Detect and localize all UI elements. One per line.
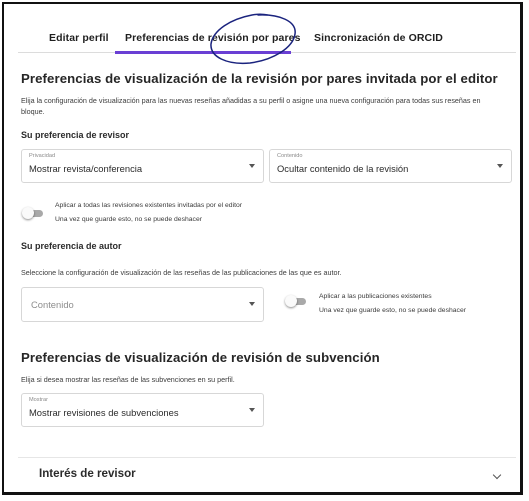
dropdown-arrow-icon xyxy=(497,164,503,168)
tab-bar: Editar perfil Preferencias de revisión p… xyxy=(18,26,516,54)
apply-existing-publications-warning: Una vez que guarde esto, no se puede des… xyxy=(319,306,466,314)
chevron-down-icon xyxy=(492,470,502,480)
grant-show-select-value: Mostrar revisiones de subvenciones xyxy=(29,407,179,418)
privacy-select-value: Mostrar revista/conferencia xyxy=(29,163,143,174)
tab-peer-review-preferences[interactable]: Preferencias de revisión por pares xyxy=(125,32,301,44)
apply-existing-reviews-toggle[interactable] xyxy=(22,207,44,219)
grant-review-preferences-title: Preferencias de visualización de revisió… xyxy=(21,350,380,365)
dropdown-arrow-icon xyxy=(249,164,255,168)
content-select-value: Ocultar contenido de la revisión xyxy=(277,163,409,174)
apply-existing-reviews-warning: Una vez que guarde esto, no se puede des… xyxy=(55,215,202,223)
apply-existing-publications-toggle[interactable] xyxy=(285,295,307,307)
reviewer-interest-accordion[interactable]: Interés de revisor xyxy=(18,457,516,492)
grant-review-description: Elija si desea mostrar las reseñas de la… xyxy=(21,375,235,384)
editor-review-description: Elija la configuración de visualización … xyxy=(21,96,481,116)
tab-orcid-sync[interactable]: Sincronización de ORCID xyxy=(314,32,443,44)
editor-review-preferences-title: Preferencias de visualización de la revi… xyxy=(21,71,498,86)
content-select[interactable]: Contenido Ocultar contenido de la revisi… xyxy=(269,149,512,183)
privacy-select-label: Privacidad xyxy=(29,153,56,159)
apply-existing-reviews-text: Aplicar a todas las revisiones existente… xyxy=(55,199,242,226)
apply-existing-publications-label: Aplicar a las publicaciones existentes xyxy=(319,293,432,300)
author-preference-heading: Su preferencia de autor xyxy=(21,241,122,251)
apply-existing-reviews-label: Aplicar a todas las revisiones existente… xyxy=(55,202,243,209)
toggle-knob xyxy=(285,295,297,307)
dropdown-arrow-icon xyxy=(249,302,255,306)
reviewer-preference-heading: Su preferencia de revisor xyxy=(21,130,130,140)
tab-edit-profile[interactable]: Editar perfil xyxy=(49,32,109,44)
author-preference-description: Seleccione la configuración de visualiza… xyxy=(21,268,342,277)
apply-existing-publications-text: Aplicar a las publicaciones existentes U… xyxy=(319,290,466,317)
preferences-panel: Editar perfil Preferencias de revisión p… xyxy=(2,2,523,495)
grant-show-select-label: Mostrar xyxy=(29,397,48,403)
active-tab-indicator xyxy=(115,51,291,54)
author-content-select[interactable]: Contenido xyxy=(21,287,264,322)
toggle-knob xyxy=(22,207,34,219)
grant-show-select[interactable]: Mostrar Mostrar revisiones de subvencion… xyxy=(21,393,264,427)
reviewer-interest-title: Interés de revisor xyxy=(39,467,136,480)
content-select-label: Contenido xyxy=(277,153,303,159)
privacy-select[interactable]: Privacidad Mostrar revista/conferencia xyxy=(21,149,264,183)
dropdown-arrow-icon xyxy=(249,408,255,412)
author-content-placeholder: Contenido xyxy=(31,299,74,310)
